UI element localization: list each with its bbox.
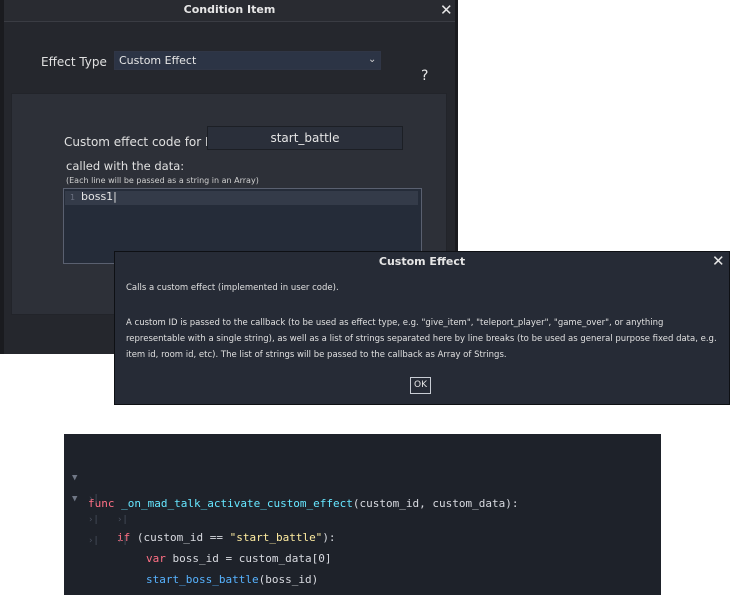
keyword: var bbox=[146, 552, 166, 565]
data-hint: (Each line will be passed as a string in… bbox=[66, 176, 259, 185]
custom-id-label: Custom effect code for ID bbox=[64, 135, 218, 149]
close-icon[interactable]: ✕ bbox=[712, 252, 725, 270]
line-number: 1 bbox=[70, 193, 76, 202]
function-call: start_boss_battle bbox=[146, 573, 259, 586]
tab-indent-icon: ›| bbox=[88, 536, 99, 546]
code-text: boss_id = custom_data[0] bbox=[165, 552, 332, 565]
custom-effect-dialog: Custom Effect ✕ Calls a custom effect (i… bbox=[114, 251, 730, 405]
dialog-paragraph-1: Calls a custom effect (implemented in us… bbox=[126, 283, 339, 293]
code-line: ›| ›| var boss_id = custom_data[0] bbox=[64, 513, 661, 565]
chevron-down-icon: ⌄ bbox=[368, 54, 377, 65]
tab-indent-icon: ›| bbox=[117, 515, 128, 525]
tab-indent-icon: ›| bbox=[88, 494, 99, 504]
fold-arrow-icon[interactable]: ▼ bbox=[72, 494, 77, 504]
code-line: ›| ›| start_boss_battle(boss_id) bbox=[64, 534, 661, 586]
code-editor-panel: ▼ func _on_mad_talk_activate_custom_effe… bbox=[64, 434, 661, 595]
custom-id-input[interactable]: start_battle bbox=[207, 126, 403, 150]
condition-titlebar: Condition Item ✕ bbox=[4, 0, 455, 22]
tab-indent-icon: ›| bbox=[88, 515, 99, 525]
effect-type-select[interactable]: Custom Effect ⌄ bbox=[114, 51, 381, 70]
code-text: (boss_id) bbox=[258, 573, 319, 586]
help-button[interactable]: ? bbox=[421, 68, 428, 84]
code-line: ▼ func _on_mad_talk_activate_custom_effe… bbox=[64, 471, 661, 510]
dialog-paragraph-2: A custom ID is passed to the callback (t… bbox=[126, 318, 717, 360]
tab-indent-icon: ›| bbox=[117, 536, 128, 546]
fold-arrow-icon[interactable]: ▼ bbox=[72, 473, 77, 483]
window-border-left bbox=[0, 0, 4, 354]
close-icon[interactable]: ✕ bbox=[440, 1, 453, 19]
dialog-title: Custom Effect bbox=[378, 255, 466, 268]
data-label: called with the data: bbox=[66, 159, 185, 173]
ok-button[interactable]: OK bbox=[410, 377, 431, 394]
effect-type-label: Effect Type bbox=[41, 55, 107, 69]
current-line-highlight bbox=[65, 191, 418, 205]
editor-text: boss1| bbox=[81, 190, 117, 203]
window-title: Condition Item bbox=[183, 3, 276, 16]
code-line: ▼ ›| if (custom_id == "start_battle"): bbox=[64, 492, 661, 544]
effect-type-value: Custom Effect bbox=[119, 54, 197, 67]
